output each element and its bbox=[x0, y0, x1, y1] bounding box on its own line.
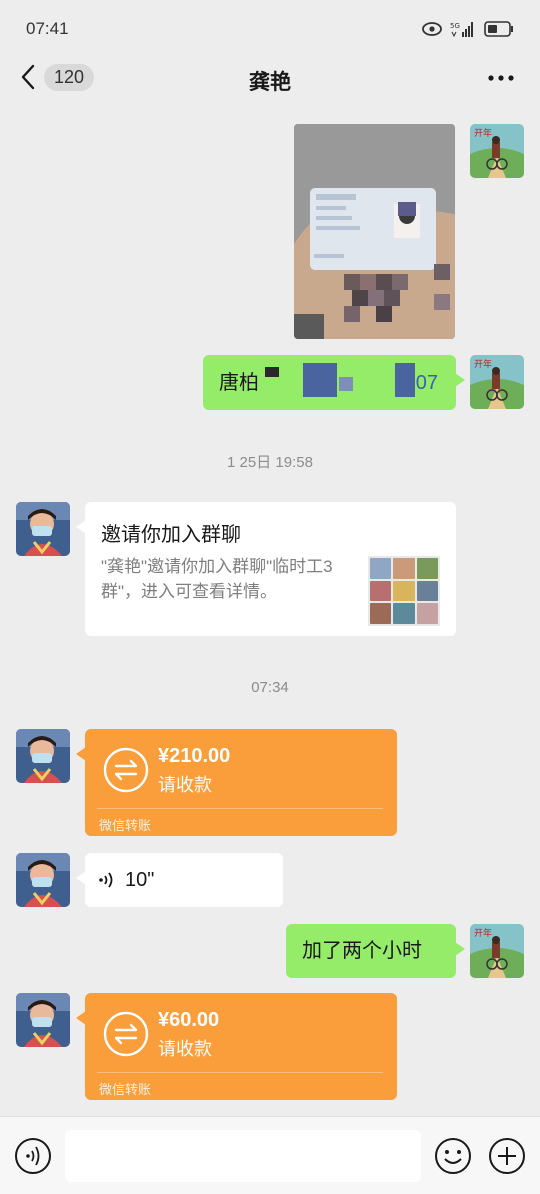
my-avatar[interactable]: 开年 bbox=[470, 355, 524, 409]
svg-text:开年: 开年 bbox=[474, 927, 492, 939]
status-bar: 07:41 5G bbox=[0, 0, 540, 58]
transfer-amount: ¥210.00 bbox=[158, 745, 231, 767]
sent-text-message[interactable]: 唐柏 07 bbox=[203, 355, 465, 410]
my-avatar[interactable]: 开年 bbox=[470, 924, 524, 978]
my-avatar[interactable]: 开年 bbox=[470, 124, 524, 178]
voice-input-icon[interactable] bbox=[14, 1137, 52, 1175]
invite-title: 邀请你加入群聊 bbox=[101, 524, 241, 546]
battery-icon bbox=[484, 21, 513, 37]
contact-avatar-image bbox=[16, 729, 70, 783]
divider bbox=[97, 808, 383, 809]
status-icons: 5G bbox=[422, 20, 514, 38]
contact-avatar-image bbox=[16, 993, 70, 1047]
message-input[interactable] bbox=[65, 1130, 421, 1182]
svg-text:开年: 开年 bbox=[474, 127, 492, 139]
message-text: 加了两个小时 bbox=[302, 940, 422, 962]
divider bbox=[97, 1072, 383, 1073]
more-options-icon[interactable] bbox=[486, 68, 516, 88]
voice-duration: 10" bbox=[125, 869, 155, 891]
transfer-amount: ¥60.00 bbox=[158, 1009, 220, 1031]
message-input-bar bbox=[0, 1116, 540, 1194]
network-label: 5G bbox=[450, 22, 460, 30]
id-card-photo bbox=[294, 124, 455, 339]
transfer-icon bbox=[103, 747, 149, 793]
transfer-icon bbox=[103, 1011, 149, 1057]
contact-avatar[interactable] bbox=[16, 729, 70, 783]
voice-wave-icon bbox=[99, 872, 113, 888]
transfer-message[interactable]: ¥210.00 请收款 微信转账 bbox=[76, 729, 397, 836]
invite-description: "龚艳"邀请你加入群聊"临时工3群"，进入可查看详情。 bbox=[101, 557, 333, 601]
contact-avatar-image bbox=[16, 853, 70, 907]
timestamp: 1 25日 19:58 bbox=[227, 454, 313, 471]
message-text-tail: 07 bbox=[415, 371, 438, 394]
contact-avatar[interactable] bbox=[16, 993, 70, 1047]
timestamp: 07:34 bbox=[251, 679, 289, 696]
transfer-status: 请收款 bbox=[158, 775, 212, 795]
my-avatar-image: 开年 bbox=[470, 355, 524, 409]
plus-icon[interactable] bbox=[488, 1137, 526, 1175]
signal-icon: 5G bbox=[450, 22, 473, 38]
message-text: 唐柏 bbox=[219, 371, 259, 394]
voice-message[interactable]: 10" bbox=[76, 853, 283, 907]
contact-avatar-image bbox=[16, 502, 70, 556]
transfer-status: 请收款 bbox=[158, 1039, 212, 1059]
redaction-block bbox=[303, 363, 337, 397]
sent-text-message[interactable]: 加了两个小时 bbox=[286, 924, 465, 978]
svg-text:开年: 开年 bbox=[474, 358, 492, 370]
eye-icon bbox=[422, 22, 442, 36]
emoji-icon[interactable] bbox=[434, 1137, 472, 1175]
redaction-block bbox=[265, 367, 279, 377]
contact-avatar[interactable] bbox=[16, 853, 70, 907]
sent-photo-message[interactable] bbox=[294, 124, 455, 339]
transfer-message[interactable]: ¥60.00 请收款 微信转账 bbox=[76, 993, 397, 1100]
status-time: 07:41 bbox=[26, 19, 69, 38]
chat-title: 龚艳 bbox=[249, 71, 291, 94]
transfer-footer: 微信转账 bbox=[99, 818, 152, 833]
my-avatar-image: 开年 bbox=[470, 124, 524, 178]
redaction-block bbox=[395, 363, 415, 397]
my-avatar-image: 开年 bbox=[470, 924, 524, 978]
redaction-block bbox=[339, 377, 353, 391]
contact-avatar[interactable] bbox=[16, 502, 70, 556]
transfer-footer: 微信转账 bbox=[99, 1082, 152, 1097]
group-avatar-grid bbox=[368, 556, 440, 626]
chat-header: 120 龚艳 bbox=[0, 58, 540, 100]
